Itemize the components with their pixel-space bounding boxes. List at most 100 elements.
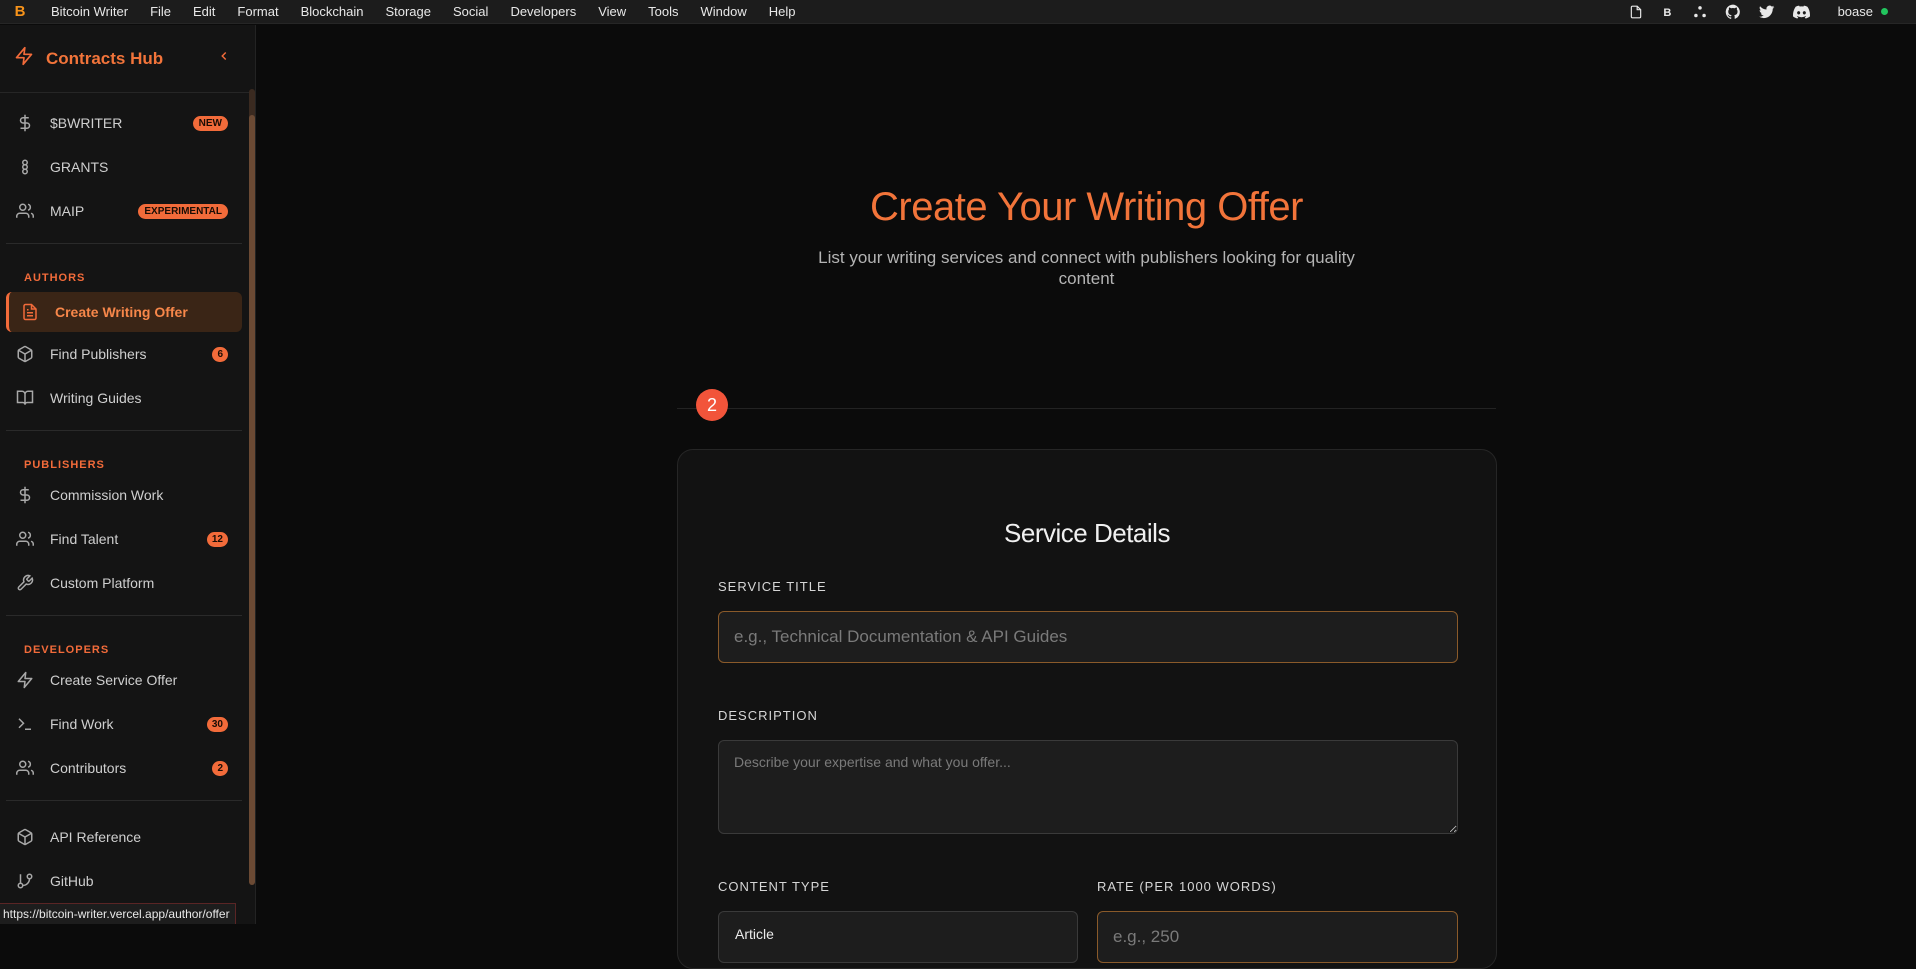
content-type-select[interactable]: Article	[718, 911, 1078, 963]
service-title-input[interactable]	[718, 611, 1458, 663]
box-icon	[16, 828, 34, 846]
triad-icon[interactable]	[1693, 5, 1707, 19]
sidebar-item-create-writing-offer[interactable]: Create Writing Offer	[6, 292, 242, 332]
sidebar-item-label: Create Writing Offer	[55, 304, 188, 320]
users-icon	[16, 530, 34, 548]
dollar-icon	[16, 114, 34, 132]
experimental-badge: EXPERIMENTAL	[138, 203, 228, 219]
sidebar-item-label: Find Publishers	[50, 346, 147, 362]
sidebar-item-label: Create Service Offer	[50, 672, 178, 688]
new-badge: NEW	[192, 115, 228, 131]
menu-help[interactable]: Help	[758, 4, 807, 19]
sidebar-item-label: Find Work	[50, 716, 114, 732]
sidebar-scrollbar-thumb[interactable]	[249, 115, 255, 885]
content-type-label: CONTENT TYPE	[718, 879, 830, 894]
sidebar-item-github[interactable]: GitHub	[0, 859, 248, 903]
sidebar-item-api-reference[interactable]: API Reference	[0, 815, 248, 859]
main-content: Create Your Writing Offer List your writ…	[257, 25, 1916, 969]
sidebar-item-label: MAIP	[50, 203, 85, 219]
sidebar-item-bwriter[interactable]: $BWRITER NEW	[0, 101, 248, 145]
sidebar-item-create-service-offer[interactable]: Create Service Offer	[0, 658, 248, 702]
link-preview-statusbar: https://bitcoin-writer.vercel.app/author…	[0, 903, 236, 924]
menu-blockchain[interactable]: Blockchain	[290, 4, 375, 19]
sidebar-item-maip[interactable]: MAIP EXPERIMENTAL	[0, 189, 248, 233]
svg-text:B: B	[1663, 7, 1671, 19]
menu-developers[interactable]: Developers	[499, 4, 587, 19]
menubar: B Bitcoin Writer File Edit Format Blockc…	[0, 0, 1916, 24]
menu-file[interactable]: File	[139, 4, 182, 19]
sidebar-item-label: GRANTS	[50, 159, 109, 175]
sidebar-item-custom-platform[interactable]: Custom Platform	[0, 561, 248, 605]
step-progress-line	[677, 408, 1496, 409]
username: boase	[1837, 4, 1873, 19]
section-heading-authors: AUTHORS	[24, 272, 86, 284]
card-title: Service Details	[1004, 518, 1170, 548]
document-icon	[21, 303, 39, 321]
sidebar-item-label: API Reference	[50, 829, 142, 845]
description-textarea[interactable]	[718, 740, 1458, 834]
git-branch-icon	[16, 872, 34, 890]
user-menu[interactable]: boase	[1838, 4, 1888, 19]
collapse-sidebar-chevron-icon[interactable]	[217, 49, 231, 68]
terminal-icon	[16, 715, 34, 733]
sidebar-item-commission-work[interactable]: Commission Work	[0, 473, 248, 517]
menubar-right-icons: B boase	[1629, 4, 1916, 20]
menu-format[interactable]: Format	[226, 4, 289, 19]
divider	[6, 430, 242, 431]
online-status-dot	[1881, 8, 1888, 15]
sidebar-item-label: Writing Guides	[50, 390, 142, 406]
rate-input[interactable]	[1097, 911, 1458, 963]
menu-social[interactable]: Social	[442, 4, 499, 19]
count-badge: 12	[206, 531, 228, 547]
lightning-icon	[14, 46, 34, 71]
page-subtitle: List your writing services and connect w…	[818, 248, 1355, 288]
sidebar-item-find-publishers[interactable]: Find Publishers 6	[0, 332, 248, 376]
sidebar-item-label: Custom Platform	[50, 575, 155, 591]
sidebar-item-find-talent[interactable]: Find Talent 12	[0, 517, 248, 561]
sidebar-header: Contracts Hub	[0, 25, 255, 93]
sidebar-item-label: GitHub	[50, 873, 94, 889]
grants-icon	[16, 158, 34, 176]
section-heading-developers: DEVELOPERS	[24, 644, 110, 656]
bitcoin-b-icon[interactable]: B	[1661, 5, 1675, 19]
twitter-icon[interactable]	[1758, 4, 1775, 20]
service-details-card: Service Details SERVICE TITLE DESCRIPTIO…	[677, 449, 1497, 969]
menu-edit[interactable]: Edit	[182, 4, 226, 19]
page-title: Create Your Writing Offer	[870, 185, 1303, 229]
app-logo-icon[interactable]: B	[0, 3, 40, 20]
count-badge: 2	[212, 760, 228, 776]
menu-storage[interactable]: Storage	[374, 4, 442, 19]
document-icon[interactable]	[1629, 5, 1643, 19]
menu-view[interactable]: View	[587, 4, 637, 19]
sidebar-item-find-work[interactable]: Find Work 30	[0, 702, 248, 746]
rate-label: RATE (PER 1000 WORDS)	[1097, 879, 1277, 894]
count-badge: 30	[206, 716, 228, 732]
discord-icon[interactable]	[1792, 5, 1810, 19]
sidebar-item-label: Contributors	[50, 760, 127, 776]
book-icon	[16, 389, 34, 407]
divider	[6, 615, 242, 616]
menu-bitcoin-writer[interactable]: Bitcoin Writer	[40, 4, 139, 19]
divider	[6, 243, 242, 244]
dollar-icon	[16, 486, 34, 504]
sidebar-item-contributors[interactable]: Contributors 2	[0, 746, 248, 790]
step-indicator: 2	[696, 389, 728, 421]
users-icon	[16, 202, 34, 220]
sidebar: Contracts Hub $BWRITER NEW GRANTS MAIP E…	[0, 25, 256, 924]
sidebar-item-grants[interactable]: GRANTS	[0, 145, 248, 189]
github-icon[interactable]	[1725, 4, 1741, 20]
sidebar-item-label: Commission Work	[50, 487, 164, 503]
sidebar-nav: $BWRITER NEW GRANTS MAIP EXPERIMENTAL AU…	[0, 101, 248, 903]
sidebar-scrollbar[interactable]	[249, 89, 255, 885]
service-title-label: SERVICE TITLE	[718, 579, 827, 594]
lightning-icon	[16, 671, 34, 689]
sidebar-item-writing-guides[interactable]: Writing Guides	[0, 376, 248, 420]
sidebar-title: Contracts Hub	[46, 48, 164, 68]
sidebar-item-label: $BWRITER	[50, 115, 123, 131]
menu-window[interactable]: Window	[690, 4, 758, 19]
section-heading-publishers: PUBLISHERS	[24, 459, 105, 471]
menu-tools[interactable]: Tools	[637, 4, 689, 19]
users-icon	[16, 759, 34, 777]
count-badge: 6	[212, 346, 228, 362]
description-label: DESCRIPTION	[718, 708, 818, 723]
